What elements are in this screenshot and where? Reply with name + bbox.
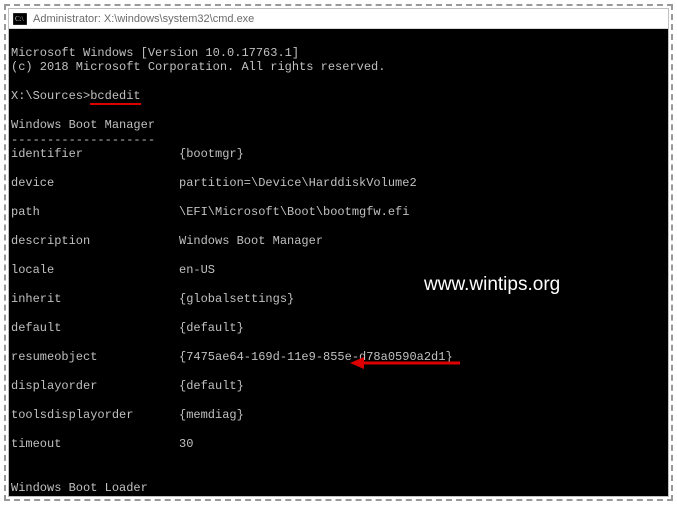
prompt-line: X:\Sources>bcdedit	[11, 89, 141, 105]
header-line2: (c) 2018 Microsoft Corporation. All righ…	[11, 60, 385, 74]
table-row: localeen-US	[11, 263, 668, 278]
table-row: default{default}	[11, 321, 668, 336]
table-row: timeout30	[11, 437, 668, 452]
titlebar[interactable]: C:\ Administrator: X:\windows\system32\c…	[9, 9, 668, 29]
cmd-window: C:\ Administrator: X:\windows\system32\c…	[8, 8, 669, 497]
window-title: Administrator: X:\windows\system32\cmd.e…	[33, 13, 254, 25]
table-row: identifier{bootmgr}	[11, 147, 668, 162]
header-line1: Microsoft Windows [Version 10.0.17763.1]	[11, 46, 299, 60]
command-bcdedit: bcdedit	[90, 89, 140, 105]
table-row: descriptionWindows Boot Manager	[11, 234, 668, 249]
terminal-area[interactable]: Microsoft Windows [Version 10.0.17763.1]…	[9, 29, 668, 496]
table-row: displayorder{default}	[11, 379, 668, 394]
cmd-icon: C:\	[13, 13, 27, 25]
section1-divider: --------------------	[11, 133, 155, 147]
table-row: inherit{globalsettings}	[11, 292, 668, 307]
svg-text:C:\: C:\	[15, 15, 24, 23]
table-row: resumeobject{7475ae64-169d-11e9-855e-d78…	[11, 350, 668, 365]
section2-title: Windows Boot Loader	[11, 481, 148, 495]
table-row: path\EFI\Microsoft\Boot\bootmgfw.efi	[11, 205, 668, 220]
section1-title: Windows Boot Manager	[11, 118, 155, 132]
table-row: toolsdisplayorder{memdiag}	[11, 408, 668, 423]
section2-divider: -------------------	[11, 495, 148, 496]
table-row: devicepartition=\Device\HarddiskVolume2	[11, 176, 668, 191]
